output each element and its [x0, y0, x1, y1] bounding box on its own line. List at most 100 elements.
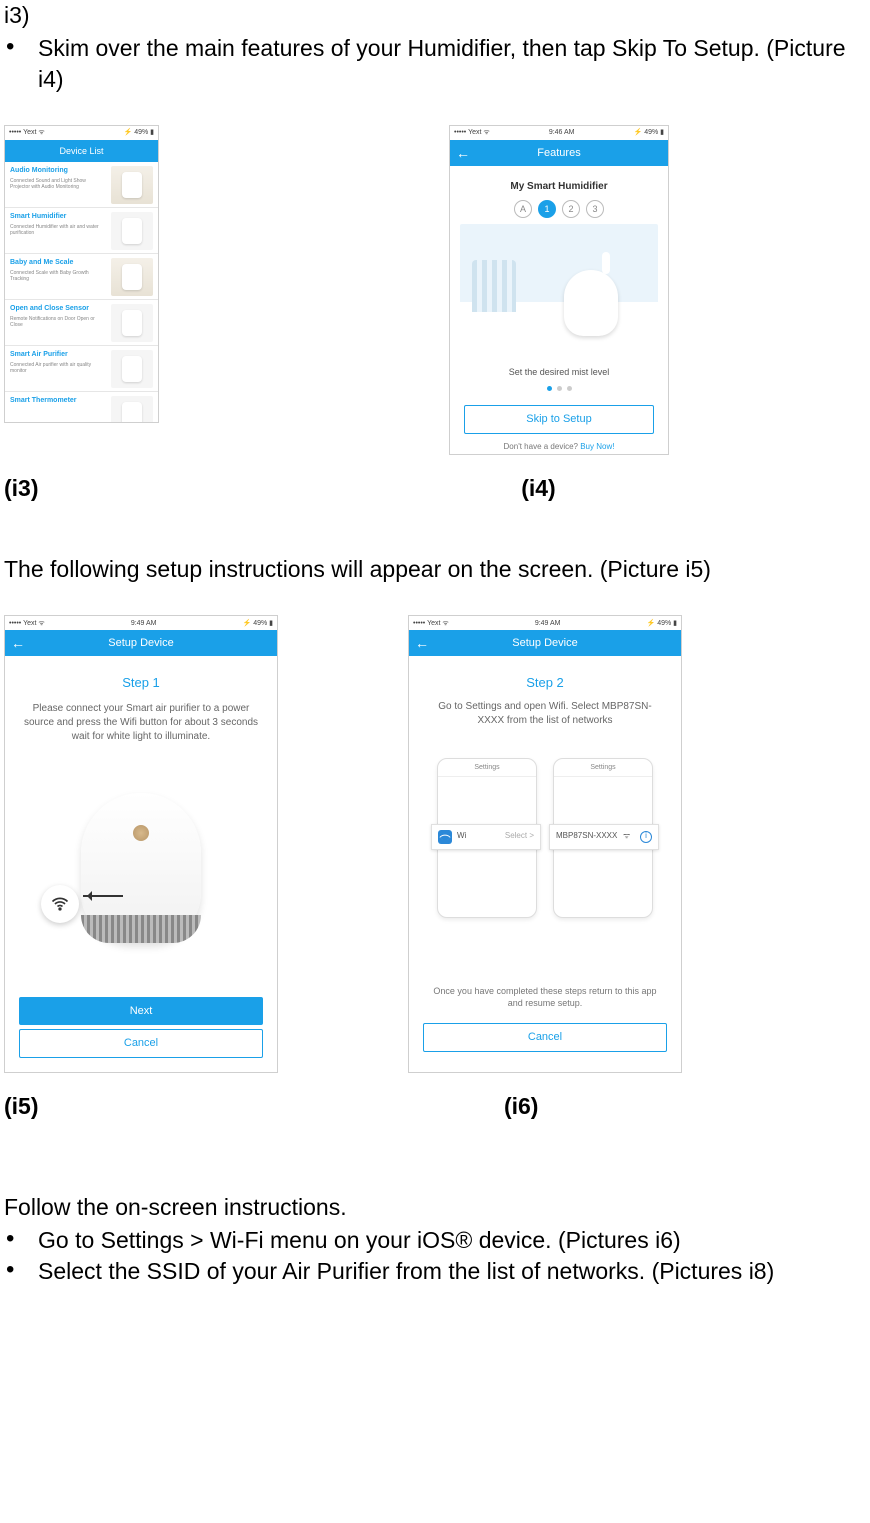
- status-batt: ⚡ 49% ▮: [243, 619, 273, 628]
- status-batt: ⚡ 49% ▮: [634, 128, 664, 137]
- status-carrier: ••••• Yext ᯤ: [9, 619, 45, 628]
- wifi-square-icon: [438, 830, 452, 844]
- wifi-network-row[interactable]: MBP87SN-XXXX ᯤ i: [549, 824, 659, 850]
- device-illustration: [5, 744, 277, 993]
- item-desc: Connected Air purifier with air quality …: [10, 362, 107, 374]
- item-title: Smart Thermometer: [10, 396, 107, 405]
- status-time: 9:49 AM: [535, 619, 561, 628]
- bullet-dot: •: [4, 1225, 38, 1256]
- wifi-label: Wi: [457, 831, 466, 842]
- step-instruction: Go to Settings and open Wifi. Select MBP…: [409, 700, 681, 728]
- subtitle: My Smart Humidifier: [450, 180, 668, 194]
- status-bar: ••••• Yext ᯤ 9:49 AM ⚡ 49% ▮: [409, 616, 681, 630]
- ssid-label: MBP87SN-XXXX: [556, 831, 617, 842]
- footnote-text: Don't have a device?: [504, 442, 581, 451]
- humidifier-icon: [564, 270, 618, 336]
- titlebar-setup: ← Setup Device: [5, 630, 277, 656]
- item-desc: Connected Scale with Baby Growth Trackin…: [10, 270, 107, 282]
- step-1[interactable]: 1: [538, 200, 556, 218]
- status-bar: ••••• Yext ᯤ ⚡ 49% ▮: [5, 126, 158, 140]
- back-icon[interactable]: ←: [11, 630, 25, 656]
- bullet-text: Skim over the main features of your Humi…: [38, 33, 866, 95]
- step-3[interactable]: 3: [586, 200, 604, 218]
- item-title: Smart Air Purifier: [10, 350, 107, 359]
- item-desc: Remote Notifications on Door Open or Clo…: [10, 316, 107, 328]
- list-item[interactable]: Audio Monitoring Connected Sound and Ligh…: [5, 162, 158, 208]
- list-item[interactable]: Open and Close Sensor Remote Notification…: [5, 300, 158, 346]
- air-purifier-icon: [81, 793, 201, 943]
- titlebar-features: ← Features: [450, 140, 668, 166]
- cancel-button[interactable]: Cancel: [19, 1029, 263, 1058]
- list-item[interactable]: Smart Thermometer: [5, 392, 158, 422]
- skip-to-setup-button[interactable]: Skip to Setup: [464, 405, 654, 434]
- wifi-icon: [41, 885, 79, 923]
- mini-title: Settings: [438, 759, 536, 777]
- step-label: Step 2: [409, 674, 681, 692]
- completion-note: Once you have completed these steps retu…: [409, 985, 681, 1009]
- item-title: Baby and Me Scale: [10, 258, 107, 267]
- titlebar-title: Features: [537, 147, 580, 159]
- cancel-button[interactable]: Cancel: [423, 1023, 667, 1052]
- status-batt: ⚡ 49% ▮: [124, 128, 154, 137]
- item-desc: Connected Sound and Light Show Projector…: [10, 178, 107, 190]
- item-thumb: [111, 212, 153, 250]
- page-dots: [450, 386, 668, 391]
- list-item[interactable]: Smart Humidifier Connected Humidifier wit…: [5, 208, 158, 254]
- dot: [557, 386, 562, 391]
- screenshot-i4: ••••• Yext ᯤ 9:46 AM ⚡ 49% ▮ ← Features …: [449, 125, 669, 455]
- step-a: A: [514, 200, 532, 218]
- titlebar-device-list: Device List: [5, 140, 158, 162]
- item-title: Audio Monitoring: [10, 166, 107, 175]
- caption-i3: (i3): [4, 473, 521, 504]
- step-label: Step 1: [5, 674, 277, 692]
- status-bar: ••••• Yext ᯤ 9:46 AM ⚡ 49% ▮: [450, 126, 668, 140]
- item-thumb: [111, 166, 153, 204]
- bullet-dot: •: [4, 33, 38, 95]
- bullet-settings: • Go to Settings > Wi-Fi menu on your iO…: [4, 1225, 866, 1256]
- wifi-signal-icon: ᯤ: [623, 831, 630, 842]
- caption-i6: (i6): [504, 1091, 849, 1122]
- wifi-row-overlay: Wi Select > MBP87SN-XXXX ᯤ i: [431, 824, 659, 850]
- info-icon[interactable]: i: [640, 831, 652, 843]
- caption-i4: (i4): [521, 473, 866, 504]
- step-2[interactable]: 2: [562, 200, 580, 218]
- bullet-text: Go to Settings > Wi-Fi menu on your iOS®…: [38, 1225, 866, 1256]
- back-icon[interactable]: ←: [456, 140, 470, 166]
- bullet-dot: •: [4, 1256, 38, 1287]
- select-chevron: Select >: [505, 831, 534, 842]
- screenshot-i3: ••••• Yext ᯤ ⚡ 49% ▮ Device List Audio M…: [4, 125, 159, 423]
- item-thumb: [111, 396, 153, 422]
- next-button[interactable]: Next: [19, 997, 263, 1026]
- arrow-icon: [83, 895, 123, 897]
- screenshot-i6: ••••• Yext ᯤ 9:49 AM ⚡ 49% ▮ ← Setup Dev…: [408, 615, 682, 1073]
- list-item[interactable]: Baby and Me Scale Connected Scale with Ba…: [5, 254, 158, 300]
- step-instruction: Please connect your Smart air purifier t…: [5, 702, 277, 744]
- buy-now-link[interactable]: Buy Now!: [580, 442, 614, 451]
- bullet-ssid: • Select the SSID of your Air Purifier f…: [4, 1256, 866, 1287]
- settings-illustration: Settings Settings Wi Select > MBP87SN-XX…: [409, 728, 681, 1020]
- status-carrier: ••••• Yext ᯤ: [9, 128, 45, 137]
- titlebar-setup: ← Setup Device: [409, 630, 681, 656]
- titlebar-title: Setup Device: [512, 637, 577, 649]
- status-carrier: ••••• Yext ᯤ: [454, 128, 490, 137]
- mini-title: Settings: [554, 759, 652, 777]
- mid-instruction: The following setup instructions will ap…: [4, 554, 866, 585]
- device-list: Audio Monitoring Connected Sound and Ligh…: [5, 162, 158, 422]
- item-desc: Connected Humidifier with air and water …: [10, 224, 107, 236]
- status-carrier: ••••• Yext ᯤ: [413, 619, 449, 628]
- wifi-settings-row[interactable]: Wi Select >: [431, 824, 541, 850]
- caption-i5: (i5): [4, 1091, 504, 1122]
- dot: [547, 386, 552, 391]
- text-i3-ref: i3): [4, 0, 866, 31]
- status-time: 9:46 AM: [549, 128, 575, 137]
- item-title: Smart Humidifier: [10, 212, 107, 221]
- dot: [567, 386, 572, 391]
- item-title: Open and Close Sensor: [10, 304, 107, 313]
- buy-now-footnote: Don't have a device? Buy Now!: [450, 442, 668, 453]
- list-item[interactable]: Smart Air Purifier Connected Air purifier…: [5, 346, 158, 392]
- feature-illustration: [460, 224, 658, 354]
- feature-caption: Set the desired mist level: [450, 366, 668, 378]
- back-icon[interactable]: ←: [415, 630, 429, 656]
- item-thumb: [111, 350, 153, 388]
- status-bar: ••••• Yext ᯤ 9:49 AM ⚡ 49% ▮: [5, 616, 277, 630]
